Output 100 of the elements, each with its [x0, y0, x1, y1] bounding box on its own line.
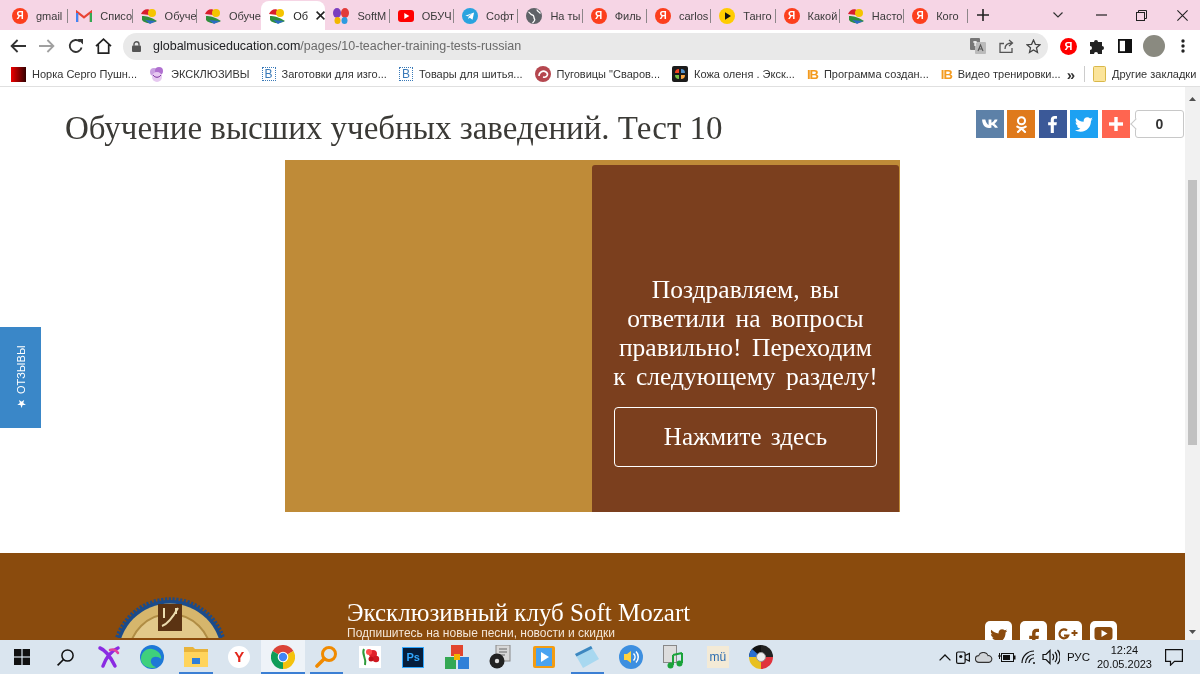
favicon: Я: [590, 7, 607, 24]
taskbar-button[interactable]: Ps: [391, 640, 435, 674]
color-wheel-icon: [749, 645, 774, 669]
chevron-down-icon[interactable]: [1053, 12, 1063, 18]
taskbar-button[interactable]: Y: [217, 640, 261, 674]
avatar[interactable]: [1143, 35, 1165, 57]
bookmark[interactable]: B Заготовки для изго...: [255, 67, 393, 81]
pinwheel-icon: [672, 66, 688, 82]
video-icon: [397, 9, 414, 22]
speaker-icon: [618, 645, 643, 669]
speaker-icon[interactable]: [1041, 649, 1060, 665]
continue-button[interactable]: Нажмите здесь: [614, 407, 877, 467]
notification-icon[interactable]: [1165, 648, 1183, 666]
scrollbar[interactable]: [1185, 87, 1200, 640]
bookmark[interactable]: Норка Серго Пушн...: [5, 66, 143, 82]
sidebar-icon[interactable]: [1118, 39, 1132, 53]
video-camera-icon[interactable]: [955, 650, 970, 664]
browser-tab[interactable]: SoftM: [325, 1, 390, 30]
bird-icon: [140, 7, 157, 24]
google-plus-icon[interactable]: [1055, 621, 1082, 640]
scroll-down-icon[interactable]: [1189, 630, 1196, 634]
restore-icon[interactable]: [1136, 9, 1147, 21]
bookmark-folder[interactable]: Другие закладки: [1087, 66, 1200, 82]
youtube-icon[interactable]: [1090, 621, 1117, 640]
clock[interactable]: 12:24 20.05.2023: [1096, 643, 1152, 671]
letter-icon: Ps: [402, 646, 425, 668]
bird-icon: [269, 7, 286, 24]
chrome-icon: [270, 645, 295, 669]
bookmark[interactable]: B Товары для шитья...: [392, 67, 529, 81]
bookmark[interactable]: IB Программа создан...: [800, 66, 935, 82]
browser-tab[interactable]: Я carlos: [646, 1, 712, 30]
menu-icon[interactable]: [1181, 39, 1185, 53]
share-icon[interactable]: [999, 39, 1014, 53]
browser-tab[interactable]: ОБУЧ: [389, 1, 455, 30]
facebook-icon[interactable]: [1020, 621, 1047, 640]
extension-letter-icon[interactable]: Я: [1060, 37, 1077, 55]
browser-tab[interactable]: На ты: [518, 1, 583, 30]
favicon: Я: [12, 7, 28, 24]
browser-tab[interactable]: Я Какой: [775, 1, 840, 30]
share-button[interactable]: [1101, 110, 1130, 138]
lock-icon: [132, 40, 141, 52]
favicon: Я: [783, 7, 800, 24]
close-icon[interactable]: [316, 11, 326, 20]
folder-icon: [183, 647, 208, 667]
cloud-icon[interactable]: [974, 651, 993, 663]
swirl-icon: [140, 645, 165, 669]
congratulations-message: Поздравляем, вы ответили на вопросы правильно! Переходим к следующему разделу!: [612, 275, 879, 391]
footer-subtitle: Подпишитесь на новые песни, новости и скидки: [347, 626, 616, 640]
twitter-icon[interactable]: [985, 621, 1012, 640]
puzzle-icon[interactable]: [1090, 38, 1105, 54]
back-arrow-icon[interactable]: [10, 39, 26, 53]
bookmark[interactable]: Пуговицы "Сваров...: [528, 66, 666, 82]
browser-tab[interactable]: Обуче: [132, 1, 197, 30]
chevron-up-icon[interactable]: [938, 653, 951, 661]
bookmark[interactable]: Кожа оленя . Экск...: [666, 66, 801, 82]
browser-tab[interactable]: Обуче: [196, 1, 262, 30]
browser-tab[interactable]: Насто: [839, 1, 905, 30]
share-button[interactable]: [1038, 110, 1067, 138]
bookmark[interactable]: ЭКСКЛЮЗИВЫ: [143, 66, 256, 82]
home-icon[interactable]: [95, 38, 112, 54]
star-icon[interactable]: [1026, 38, 1041, 54]
paper-plane-icon: [462, 7, 479, 24]
taskbar-button[interactable]: mü: [696, 640, 740, 674]
share-button[interactable]: [975, 110, 1004, 138]
browser-tab[interactable]: Я gmail: [4, 1, 69, 30]
feedback-tab[interactable]: ★ ОТЗЫВЫ: [0, 327, 41, 428]
share-button[interactable]: [1070, 110, 1098, 138]
reload-icon[interactable]: [68, 38, 84, 54]
close-icon[interactable]: [1177, 9, 1188, 21]
bird-icon: [847, 7, 864, 24]
bookmark[interactable]: IB Видео тренировки...: [934, 66, 1067, 82]
forward-arrow-icon[interactable]: [39, 39, 55, 53]
gradient-square-icon: [11, 66, 26, 82]
magnifier-icon: [315, 646, 338, 668]
bookmarks-overflow-button[interactable]: »: [1066, 65, 1075, 83]
favicon: B: [261, 67, 276, 81]
letter-icon: Y: [228, 646, 251, 668]
cubes-icon: [444, 645, 469, 669]
browser-tab[interactable]: Я Кого: [904, 1, 969, 30]
translate-icon[interactable]: [970, 38, 986, 54]
globe-icon: [526, 7, 543, 24]
browser-tab[interactable]: Списо: [68, 1, 133, 30]
music-note-icon: [663, 645, 686, 669]
play-icon: [719, 7, 736, 24]
language-indicator[interactable]: РУС: [1066, 651, 1090, 663]
address-bar[interactable]: globalmusiceducation.com/pages/10-teacher-training-tests-russian: [123, 32, 1048, 60]
bird-icon: [204, 7, 221, 24]
wifi-icon[interactable]: [1020, 650, 1037, 664]
browser-tab[interactable]: Танго: [711, 1, 776, 30]
browser-tab[interactable]: Я Филь: [582, 1, 647, 30]
ok-person-icon: [1015, 115, 1027, 133]
plus-icon[interactable]: [977, 9, 990, 21]
battery-icon[interactable]: [997, 651, 1016, 663]
browser-tab[interactable]: Об: [261, 1, 326, 30]
share-button[interactable]: [1007, 110, 1035, 138]
notepad-icon: [575, 646, 600, 668]
scroll-up-icon[interactable]: [1189, 97, 1196, 101]
scroll-thumb[interactable]: [1188, 180, 1197, 445]
browser-tab[interactable]: Софт: [454, 1, 519, 30]
search-icon: [56, 648, 74, 666]
